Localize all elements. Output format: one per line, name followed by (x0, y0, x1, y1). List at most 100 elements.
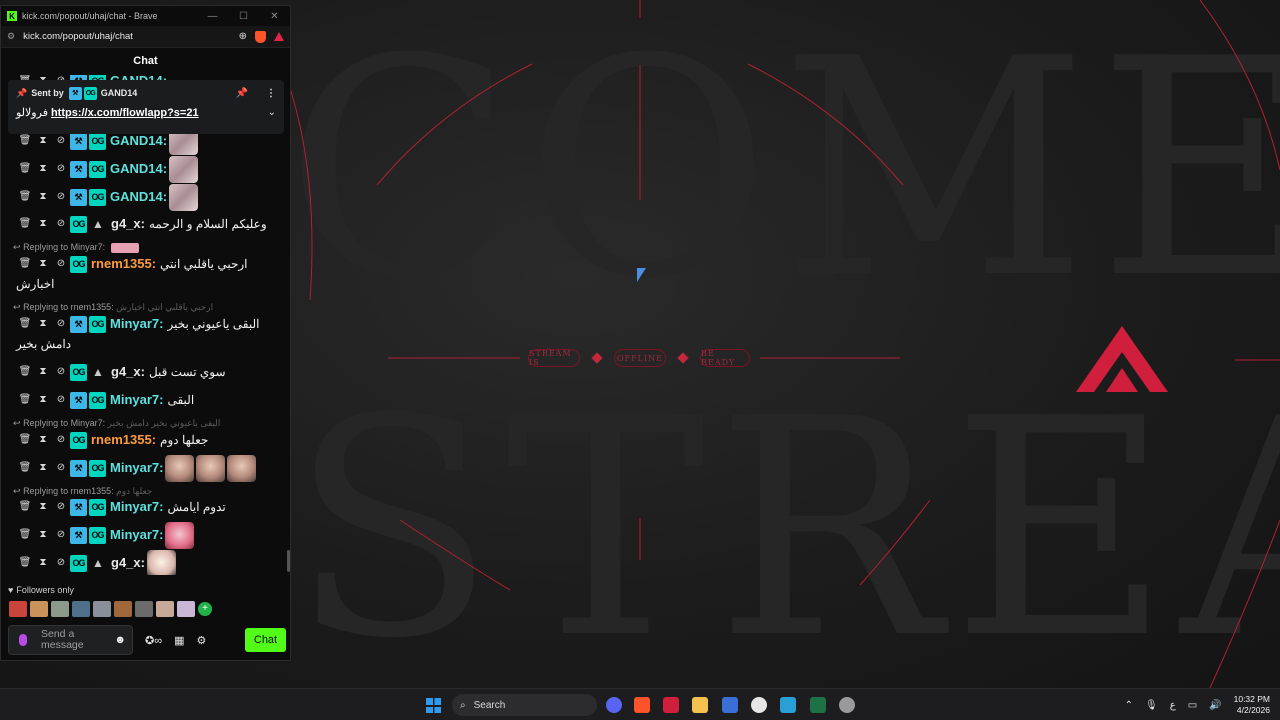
chatter-avatar[interactable] (9, 601, 27, 617)
unpin-icon[interactable]: 📌 (236, 88, 248, 99)
chat-message[interactable]: 🗑 ⧗ ⊘ ⚒ OG GAND14: (16, 183, 284, 211)
ban-icon[interactable]: ⊘ (52, 187, 70, 207)
chat-message[interactable]: 🗑 ⧗ ⊘ ⚒ OG Minyar7: (16, 521, 284, 549)
minimize-button[interactable]: — (197, 11, 228, 22)
pinned-link[interactable]: https://x.com/flowlapp?s=21 (51, 107, 199, 119)
site-settings-icon[interactable]: ⚙ (7, 31, 15, 42)
microphone-tray-icon[interactable]: 🎙 (1145, 700, 1158, 711)
file-explorer-icon[interactable] (692, 697, 708, 713)
maximize-button[interactable]: ☐ (228, 11, 259, 22)
ban-icon[interactable]: ⊘ (52, 131, 70, 151)
timeout-icon[interactable]: ⧗ (34, 430, 52, 450)
delete-icon[interactable]: 🗑 (16, 497, 34, 517)
message-input[interactable]: Send a message ☻ (8, 625, 133, 655)
pinned-sender[interactable]: GAND14 (101, 88, 138, 98)
ban-icon[interactable]: ⊘ (52, 525, 70, 545)
username[interactable]: rnem1355: (91, 254, 156, 274)
excel-icon[interactable] (810, 697, 826, 713)
recent-chatters[interactable]: + (9, 601, 212, 617)
chatter-avatar[interactable] (93, 601, 111, 617)
reply-indicator[interactable]: ↩ Replying to Minyar7: البقى ياعيوني بخي… (13, 418, 220, 429)
chevron-down-icon[interactable]: ⌄ (268, 107, 276, 118)
ban-icon[interactable]: ⊘ (52, 254, 70, 274)
reply-indicator[interactable]: ↩ Replying to Minyar7: (13, 242, 139, 253)
ban-icon[interactable]: ⊘ (52, 497, 70, 517)
clock[interactable]: 10:32 PM 4/2/2026 (1234, 694, 1270, 716)
reply-indicator[interactable]: ↩ Replying to rnem1355: ارحبي ياقلبي انت… (13, 302, 213, 313)
delete-icon[interactable]: 🗑 (16, 430, 34, 450)
address-bar[interactable]: ⚙ kick.com/popout/uhaj/chat ⊕ (1, 26, 290, 48)
chat-message[interactable]: 🗑 ⧗ ⊘ OG ▲ g4_x: وعليكم السلام و الرحمه (16, 214, 284, 234)
taskbar-search[interactable]: ⌕ Search (452, 694, 597, 716)
ban-icon[interactable]: ⊘ (52, 214, 70, 234)
chat-message[interactable]: 🗑 ⧗ ⊘ ⚒ OG GAND14: (16, 155, 284, 183)
delete-icon[interactable]: 🗑 (16, 525, 34, 545)
username[interactable]: Minyar7: (110, 390, 163, 410)
delete-icon[interactable]: 🗑 (16, 362, 34, 382)
reply-indicator[interactable]: ↩ Replying to rnem1355: جعلها دوم (13, 486, 152, 497)
chatter-avatar[interactable] (72, 601, 90, 617)
timeout-icon[interactable]: ⧗ (34, 187, 52, 207)
delete-icon[interactable]: 🗑 (16, 553, 34, 573)
chatter-avatar[interactable] (177, 601, 195, 617)
timeout-icon[interactable]: ⧗ (34, 525, 52, 545)
delete-icon[interactable]: 🗑 (16, 131, 34, 151)
timeout-icon[interactable]: ⧗ (34, 214, 52, 234)
network-icon[interactable]: ▭ (1188, 700, 1197, 711)
store-icon[interactable]: ▦ (174, 634, 184, 647)
timeout-icon[interactable]: ⧗ (34, 497, 52, 517)
chatter-avatar[interactable] (135, 601, 153, 617)
timeout-icon[interactable]: ⧗ (34, 131, 52, 151)
username[interactable]: GAND14: (110, 159, 167, 179)
timeout-icon[interactable]: ⧗ (34, 390, 52, 410)
chat-message-list[interactable]: 🗑 ⧗ ⊘ ⚒ OG GAND14: 🗑 ⧗ ⊘ ⚒ OG GAND14: 🗑 (1, 75, 290, 575)
ban-icon[interactable]: ⊘ (52, 362, 70, 382)
timeout-icon[interactable]: ⧗ (34, 159, 52, 179)
windows-start-icon[interactable] (426, 698, 441, 713)
chat-message[interactable]: 🗑 ⧗ ⊘ OG ▲ g4_x: (16, 549, 284, 575)
username[interactable]: GAND14: (110, 131, 167, 151)
kick-points-icon[interactable]: ✪∞ (145, 634, 162, 647)
delete-icon[interactable]: 🗑 (16, 214, 34, 234)
add-icon[interactable]: + (198, 602, 212, 616)
discord-icon[interactable] (606, 697, 622, 713)
chat-message[interactable]: 🗑 ⧗ ⊘ ⚒ OG Minyar7: البقى ياعيوني بخير د… (16, 314, 284, 354)
delete-icon[interactable]: 🗑 (16, 458, 34, 478)
chat-message[interactable]: 🗑 ⧗ ⊘ OG rnem1355: جعلها دوم (16, 430, 284, 450)
settings-gear-icon[interactable]: ⚙ (196, 634, 206, 647)
chat-message[interactable]: 🗑 ⧗ ⊘ OG rnem1355: ارحبي ياقلبي انتي اخب… (16, 254, 284, 294)
send-chat-button[interactable]: Chat (245, 628, 286, 652)
ban-icon[interactable]: ⊘ (52, 390, 70, 410)
emoji-icon[interactable]: ☻ (114, 634, 126, 646)
timeout-icon[interactable]: ⧗ (34, 314, 52, 334)
delete-icon[interactable]: 🗑 (16, 187, 34, 207)
timeout-icon[interactable]: ⧗ (34, 553, 52, 573)
store-app-icon[interactable] (722, 697, 738, 713)
username[interactable]: Minyar7: (110, 458, 163, 478)
username[interactable]: Minyar7: (110, 525, 163, 545)
chat-message[interactable]: 🗑 ⧗ ⊘ ⚒ OG Minyar7: (16, 454, 284, 482)
username[interactable]: Minyar7: (110, 314, 163, 334)
steam-icon[interactable] (780, 697, 796, 713)
delete-icon[interactable]: 🗑 (16, 159, 34, 179)
timeout-icon[interactable]: ⧗ (34, 458, 52, 478)
username[interactable]: g4_x: (111, 553, 145, 573)
timeout-icon[interactable]: ⧗ (34, 254, 52, 274)
chat-message[interactable]: 🗑 ⧗ ⊘ OG ▲ g4_x: سوي تست قبل (16, 362, 284, 382)
username[interactable]: rnem1355: (91, 430, 156, 450)
delete-icon[interactable]: 🗑 (16, 390, 34, 410)
zoom-icon[interactable]: ⊕ (239, 31, 247, 42)
volume-icon[interactable]: 🔊 (1209, 700, 1221, 711)
ban-icon[interactable]: ⊘ (52, 458, 70, 478)
more-options-icon[interactable]: ⋮ (266, 88, 276, 99)
app-icon[interactable] (839, 697, 855, 713)
chat-message[interactable]: 🗑 ⧗ ⊘ ⚒ OG GAND14: (16, 127, 284, 155)
brave-rewards-icon[interactable] (274, 32, 284, 41)
ban-icon[interactable]: ⊘ (52, 159, 70, 179)
apex-legends-icon[interactable] (663, 697, 679, 713)
username[interactable]: GAND14: (110, 187, 167, 207)
browser-titlebar[interactable]: K kick.com/popout/uhaj/chat - Brave — ☐ … (1, 6, 290, 26)
ban-icon[interactable]: ⊘ (52, 314, 70, 334)
chatter-avatar[interactable] (30, 601, 48, 617)
microphone-icon[interactable] (19, 634, 27, 646)
